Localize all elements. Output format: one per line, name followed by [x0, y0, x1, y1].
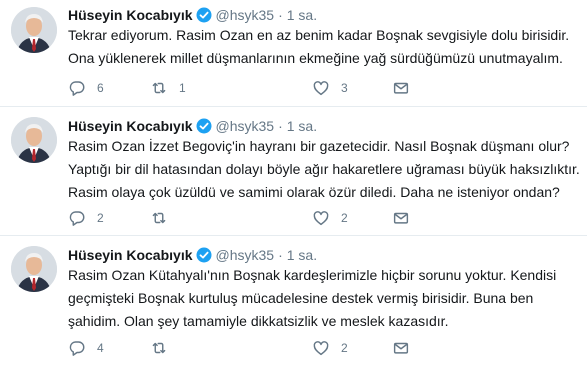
reply-button[interactable]: 4 [68, 338, 104, 358]
tweet-header: Hüseyin Kocabıyık @hsyk35 · 1 sa. [68, 6, 317, 24]
tweet-text: Rasim Ozan Kütahyalı'nın Boşnak kardeşle… [68, 264, 580, 333]
author-name[interactable]: Hüseyin Kocabıyık [68, 7, 193, 23]
retweet-button[interactable] [150, 208, 179, 228]
separator-dot: · [278, 7, 283, 23]
avatar[interactable] [11, 117, 57, 163]
retweet-icon [152, 342, 166, 354]
tweet-text-line: Yaptığı bir dil hatasından dolayı böyle … [68, 161, 580, 177]
avatar[interactable] [11, 7, 57, 53]
retweet-count: 1 [179, 81, 186, 95]
tweet-text: Rasim Ozan İzzet Begoviç'in hayranı bir … [68, 135, 580, 204]
avatar[interactable] [11, 246, 57, 292]
tweet[interactable]: Hüseyin Kocabıyık @hsyk35 · 1 sa. Rasim Oza… [0, 107, 587, 236]
tweet-header: Hüseyin Kocabıyık @hsyk35 · 1 sa. [68, 246, 317, 264]
timestamp[interactable]: 1 sa. [287, 247, 317, 263]
like-button[interactable]: 3 [312, 78, 348, 98]
author-name[interactable]: Hüseyin Kocabıyık [68, 118, 193, 134]
reply-count: 4 [97, 341, 104, 355]
retweet-icon [152, 82, 166, 94]
direct-message-button[interactable] [392, 78, 410, 98]
author-handle[interactable]: @hsyk35 [216, 247, 275, 263]
like-count: 2 [341, 341, 348, 355]
direct-message-button[interactable] [392, 208, 410, 228]
timestamp[interactable]: 1 sa. [287, 118, 317, 134]
envelope-icon [393, 342, 409, 354]
reply-button[interactable]: 6 [68, 78, 104, 98]
author-handle[interactable]: @hsyk35 [216, 118, 275, 134]
tweet-text-line: Rasim Ozan İzzet Begoviç'in hayranı bir … [68, 138, 570, 154]
tweet-actions: 2 2 [68, 208, 578, 228]
tweet-text-line: şahidim. Olan şey tamamiyle dikkatsizlik… [68, 313, 449, 329]
reply-count: 6 [97, 81, 104, 95]
like-count: 2 [341, 211, 348, 225]
direct-message-button[interactable] [392, 338, 410, 358]
tweet[interactable]: Hüseyin Kocabıyık @hsyk35 · 1 sa. Rasim Oza… [0, 236, 587, 366]
envelope-icon [393, 82, 409, 94]
tweet-text-line: Ona yüklenerek millet düşmanlarının ekme… [68, 50, 563, 66]
reply-button[interactable]: 2 [68, 208, 104, 228]
tweet-feed: Hüseyin Kocabıyık @hsyk35 · 1 sa. Tekrar ed… [0, 0, 587, 366]
author-handle[interactable]: @hsyk35 [216, 7, 275, 23]
verified-badge-icon [196, 247, 212, 263]
reply-icon [69, 341, 85, 356]
like-count: 3 [341, 81, 348, 95]
separator-dot: · [278, 247, 283, 263]
verified-badge-icon [196, 7, 212, 23]
author-name[interactable]: Hüseyin Kocabıyık [68, 247, 193, 263]
timestamp[interactable]: 1 sa. [287, 7, 317, 23]
heart-icon [313, 341, 329, 356]
tweet-header: Hüseyin Kocabıyık @hsyk35 · 1 sa. [68, 117, 317, 135]
verified-badge-icon [196, 118, 212, 134]
tweet-text-line: Tekrar ediyorum. Rasim Ozan en az benim … [68, 27, 570, 43]
retweet-icon [152, 212, 166, 224]
separator-dot: · [278, 118, 283, 134]
like-button[interactable]: 2 [312, 208, 348, 228]
retweet-button[interactable] [150, 338, 179, 358]
heart-icon [313, 81, 329, 96]
tweet-actions: 6 1 3 [68, 78, 578, 98]
tweet-actions: 4 2 [68, 338, 578, 358]
envelope-icon [393, 212, 409, 224]
tweet-text-line: Rasim Ozan Kütahyalı'nın Boşnak kardeşle… [68, 267, 557, 283]
tweet-text: Tekrar ediyorum. Rasim Ozan en az benim … [68, 24, 580, 70]
heart-icon [313, 211, 329, 226]
like-button[interactable]: 2 [312, 338, 348, 358]
tweet[interactable]: Hüseyin Kocabıyık @hsyk35 · 1 sa. Tekrar ed… [0, 0, 587, 107]
reply-icon [69, 81, 85, 96]
retweet-button[interactable]: 1 [150, 78, 186, 98]
reply-count: 2 [97, 211, 104, 225]
tweet-text-line: Rasim olaya çok üzüldü ve samimi olarak … [68, 184, 560, 200]
tweet-text-line: geçmişteki Boşnak kurtuluş mücadelesine … [68, 290, 534, 306]
reply-icon [69, 211, 85, 226]
